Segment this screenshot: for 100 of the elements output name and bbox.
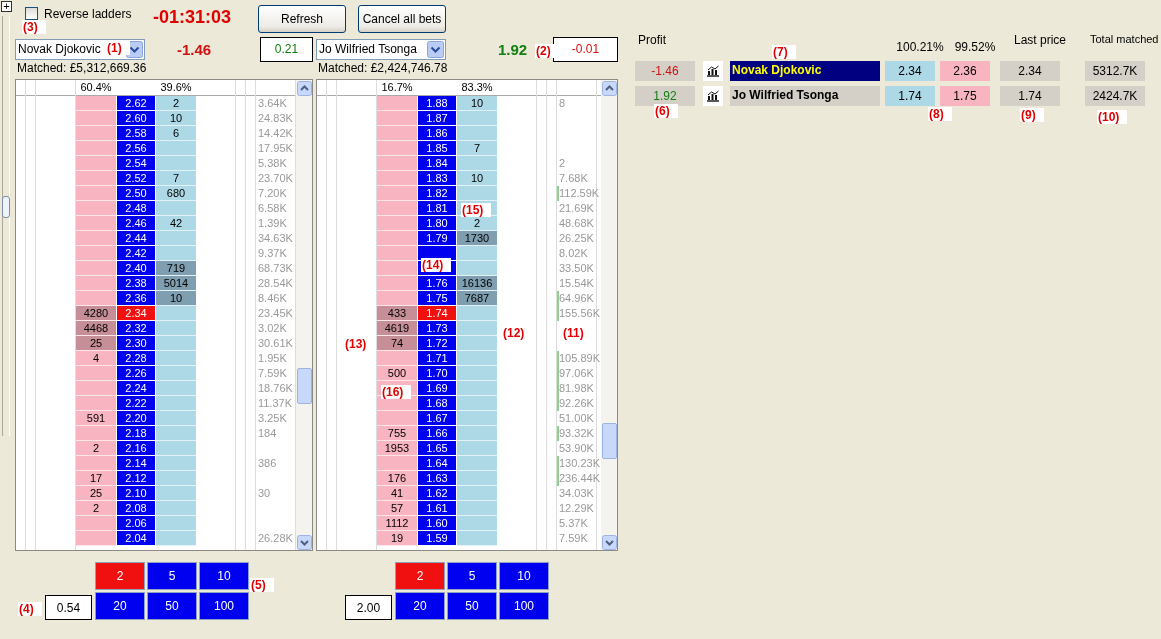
lay-cell: 10	[156, 291, 196, 306]
chevron-down-icon	[427, 40, 444, 58]
checkbox-label: Reverse ladders	[44, 6, 132, 21]
price-cell: 1.67	[417, 411, 457, 426]
lay-price[interactable]: 1.75	[940, 86, 990, 106]
scroll-down-icon	[296, 535, 312, 550]
stake-button[interactable]: 100	[199, 592, 249, 620]
back-cell: 17	[76, 471, 116, 486]
back-cell	[76, 366, 116, 381]
runner-name[interactable]: Novak Djokovic	[730, 61, 880, 81]
lay-cell: 10	[457, 96, 497, 111]
back-cell: 4	[76, 351, 116, 366]
profit-value: 1.92	[498, 40, 528, 58]
lay-cell	[457, 456, 497, 471]
stake-field[interactable]: 2.00	[345, 595, 392, 620]
traded-volume: 11.37K	[257, 396, 294, 411]
callout-label: (4)	[18, 602, 42, 616]
traded-volume: 8.46K	[257, 291, 288, 306]
stake-button[interactable]: 5	[147, 562, 197, 590]
chart-button[interactable]	[703, 86, 723, 106]
lay-cell: 7	[457, 141, 497, 156]
scroll-up-icon	[601, 81, 617, 96]
lay-cell	[457, 426, 497, 441]
back-cell	[377, 111, 417, 126]
traded-volume: 8	[558, 96, 567, 111]
price-cell: 2.22	[116, 396, 156, 411]
stake-button[interactable]: 10	[499, 562, 549, 590]
price-cell: 2.16	[116, 441, 156, 456]
traded-volume: 7.59K	[257, 366, 288, 381]
stake-button[interactable]: 50	[447, 592, 497, 620]
price-cell: 1.83	[417, 171, 457, 186]
scroll-thumb[interactable]	[297, 368, 312, 404]
traded-volume: 5.38K	[257, 156, 288, 171]
price-cell: 1.82	[417, 186, 457, 201]
expand-button[interactable]: +	[1, 1, 12, 12]
scroll-thumb[interactable]	[602, 423, 617, 459]
stake-button[interactable]: 100	[499, 592, 549, 620]
stake-button[interactable]: 20	[395, 592, 445, 620]
callout-label: (3)	[22, 20, 46, 34]
lay-cell	[156, 201, 196, 216]
back-cell	[76, 276, 116, 291]
last-price: 1.74	[1000, 86, 1060, 106]
price-cell: 2.30	[116, 336, 156, 351]
back-cell	[377, 171, 417, 186]
column-header: Total matched	[1090, 33, 1160, 45]
price-cell: 1.80	[417, 216, 457, 231]
back-cell	[76, 516, 116, 531]
cancel-all-button[interactable]: Cancel all bets	[358, 4, 446, 33]
lay-cell	[457, 486, 497, 501]
stake-button[interactable]: 10	[199, 562, 249, 590]
stake-button[interactable]: 20	[95, 592, 145, 620]
traded-volume: 28.54K	[257, 276, 294, 291]
traded-volume: 5.37K	[558, 516, 589, 531]
price-cell: 1.70	[417, 366, 457, 381]
lay-cell	[457, 261, 497, 276]
lay-cell	[457, 336, 497, 351]
back-price[interactable]: 1.74	[885, 86, 935, 106]
traded-volume: 2	[558, 156, 567, 171]
stake-button[interactable]: 2	[95, 562, 145, 590]
lay-price[interactable]: 2.36	[940, 61, 990, 81]
lay-cell	[156, 396, 196, 411]
back-cell	[76, 186, 116, 201]
scrollbar[interactable]	[296, 80, 312, 550]
lay-cell	[156, 501, 196, 516]
traded-volume: 34.03K	[558, 486, 595, 501]
price-cell: 2.04	[116, 531, 156, 546]
runner-dropdown[interactable]: Jo Wilfried Tsonga	[316, 38, 446, 60]
back-cell	[377, 351, 417, 366]
total-matched: 2424.7K	[1085, 86, 1145, 106]
stake-button[interactable]: 5	[447, 562, 497, 590]
bar-chart-icon	[706, 65, 720, 77]
stake-field[interactable]: 0.54	[45, 595, 92, 620]
lay-cell	[457, 531, 497, 546]
price-cell: 2.06	[116, 516, 156, 531]
back-price[interactable]: 2.34	[885, 61, 935, 81]
back-cell	[377, 246, 417, 261]
scrollbar[interactable]	[601, 80, 617, 550]
back-cell	[377, 411, 417, 426]
stake-button[interactable]: 2	[395, 562, 445, 590]
lay-cell: 2	[156, 96, 196, 111]
price-cell: 1.73	[417, 321, 457, 336]
splitter-handle[interactable]	[2, 196, 10, 218]
back-cell: 4468	[76, 321, 116, 336]
lay-cell	[457, 321, 497, 336]
chart-button[interactable]	[703, 61, 723, 81]
price-cell: 2.58	[116, 126, 156, 141]
price-cell: 1.86	[417, 126, 457, 141]
traded-volume: 386	[257, 456, 278, 471]
refresh-button[interactable]: Refresh	[258, 4, 346, 33]
back-cell	[76, 246, 116, 261]
back-cell: 57	[377, 501, 417, 516]
lay-cell: 7687	[457, 291, 497, 306]
lay-cell	[156, 156, 196, 171]
traded-volume: 68.73K	[257, 261, 294, 276]
checkbox[interactable]	[25, 7, 38, 20]
hedge-field[interactable]: 0.21	[260, 36, 313, 62]
runner-name[interactable]: Jo Wilfried Tsonga	[730, 86, 880, 106]
hedge-field[interactable]: -0.01	[553, 36, 618, 62]
lay-cell: 719	[156, 261, 196, 276]
stake-button[interactable]: 50	[147, 592, 197, 620]
